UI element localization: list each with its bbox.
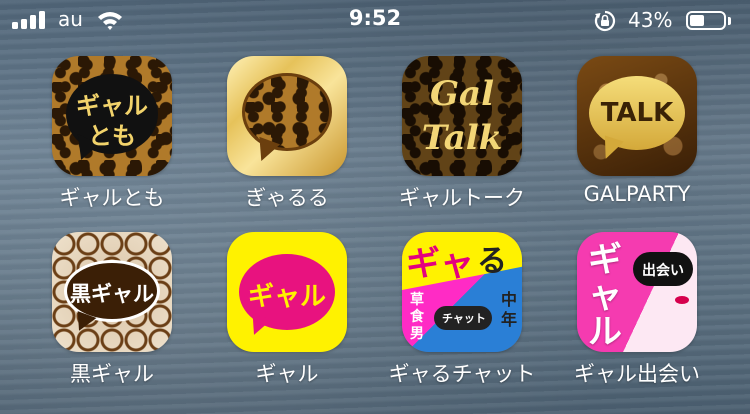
kurogyaru-app-icon[interactable]: 黒ギャル (52, 232, 172, 352)
rotation-lock-icon (594, 10, 616, 32)
gal-talk-text-2: Talk (421, 118, 503, 158)
gyaru-icon-text: ギャル (247, 282, 326, 312)
app-label: ギャル出会い (574, 362, 700, 386)
app-kurogyaru[interactable]: 黒ギャル 黒ギャル (37, 232, 187, 388)
gal-talk-text-1: Gal (430, 74, 494, 114)
gyarutomo-icon-text-2: とも (88, 122, 136, 150)
battery-nub (728, 17, 731, 25)
lips-icon (675, 296, 689, 304)
app-label: GALPARTY (583, 182, 691, 206)
app-gyarudeai[interactable]: ギャル 出会い ギャル出会い (562, 232, 712, 388)
gyaru-deai-app-icon[interactable]: ギャル 出会い (577, 232, 697, 352)
gyarutomo-app-icon[interactable]: ギャル とも (52, 56, 172, 176)
gyaru-chat-text-5: 中年 (500, 290, 517, 329)
app-label: ぎゃるる (245, 186, 329, 210)
battery-icon (686, 11, 726, 30)
gyaru-chat-text-4: 草食男 (410, 292, 424, 342)
status-bar: au 9:52 43% (0, 0, 750, 40)
gyaru-app-icon[interactable]: ギャル (227, 232, 347, 352)
app-label: ギャルとも (59, 186, 165, 210)
app-label: ギャル (255, 362, 319, 386)
kurogyaru-icon-text: 黒ギャル (70, 282, 154, 306)
gal-talk-icon-text: Gal Talk (402, 56, 522, 176)
app-label: ギャルトーク (399, 186, 525, 210)
app-gyarutalk[interactable]: Gal Talk ギャルトーク (387, 56, 537, 212)
app-galparty[interactable]: TALK GALPARTY (562, 56, 712, 206)
gyaru-deai-text-1: ギャル (588, 240, 622, 352)
app-label: 黒ギャル (70, 362, 154, 386)
app-gyarutomo[interactable]: ギャル とも ギャルとも (37, 56, 187, 212)
gyaru-chat-app-icon[interactable]: ギャ る チャット 草食男 中年 (402, 232, 522, 352)
gyaruru-app-icon[interactable] (227, 56, 347, 176)
battery-percent: 43% (628, 8, 673, 32)
galparty-icon-text: TALK (600, 98, 674, 128)
app-gyaruru[interactable]: ぎゃるる (212, 56, 362, 212)
app-label: ギャるチャット (388, 362, 536, 386)
gyaru-chat-text-2: る (477, 244, 507, 279)
galparty-app-icon[interactable]: TALK (577, 56, 697, 176)
app-gyaruchat[interactable]: ギャ る チャット 草食男 中年 ギャるチャット (387, 232, 537, 388)
gyaru-deai-text-2: 出会い (642, 263, 684, 279)
app-gyaru[interactable]: ギャル ギャル (212, 232, 362, 388)
